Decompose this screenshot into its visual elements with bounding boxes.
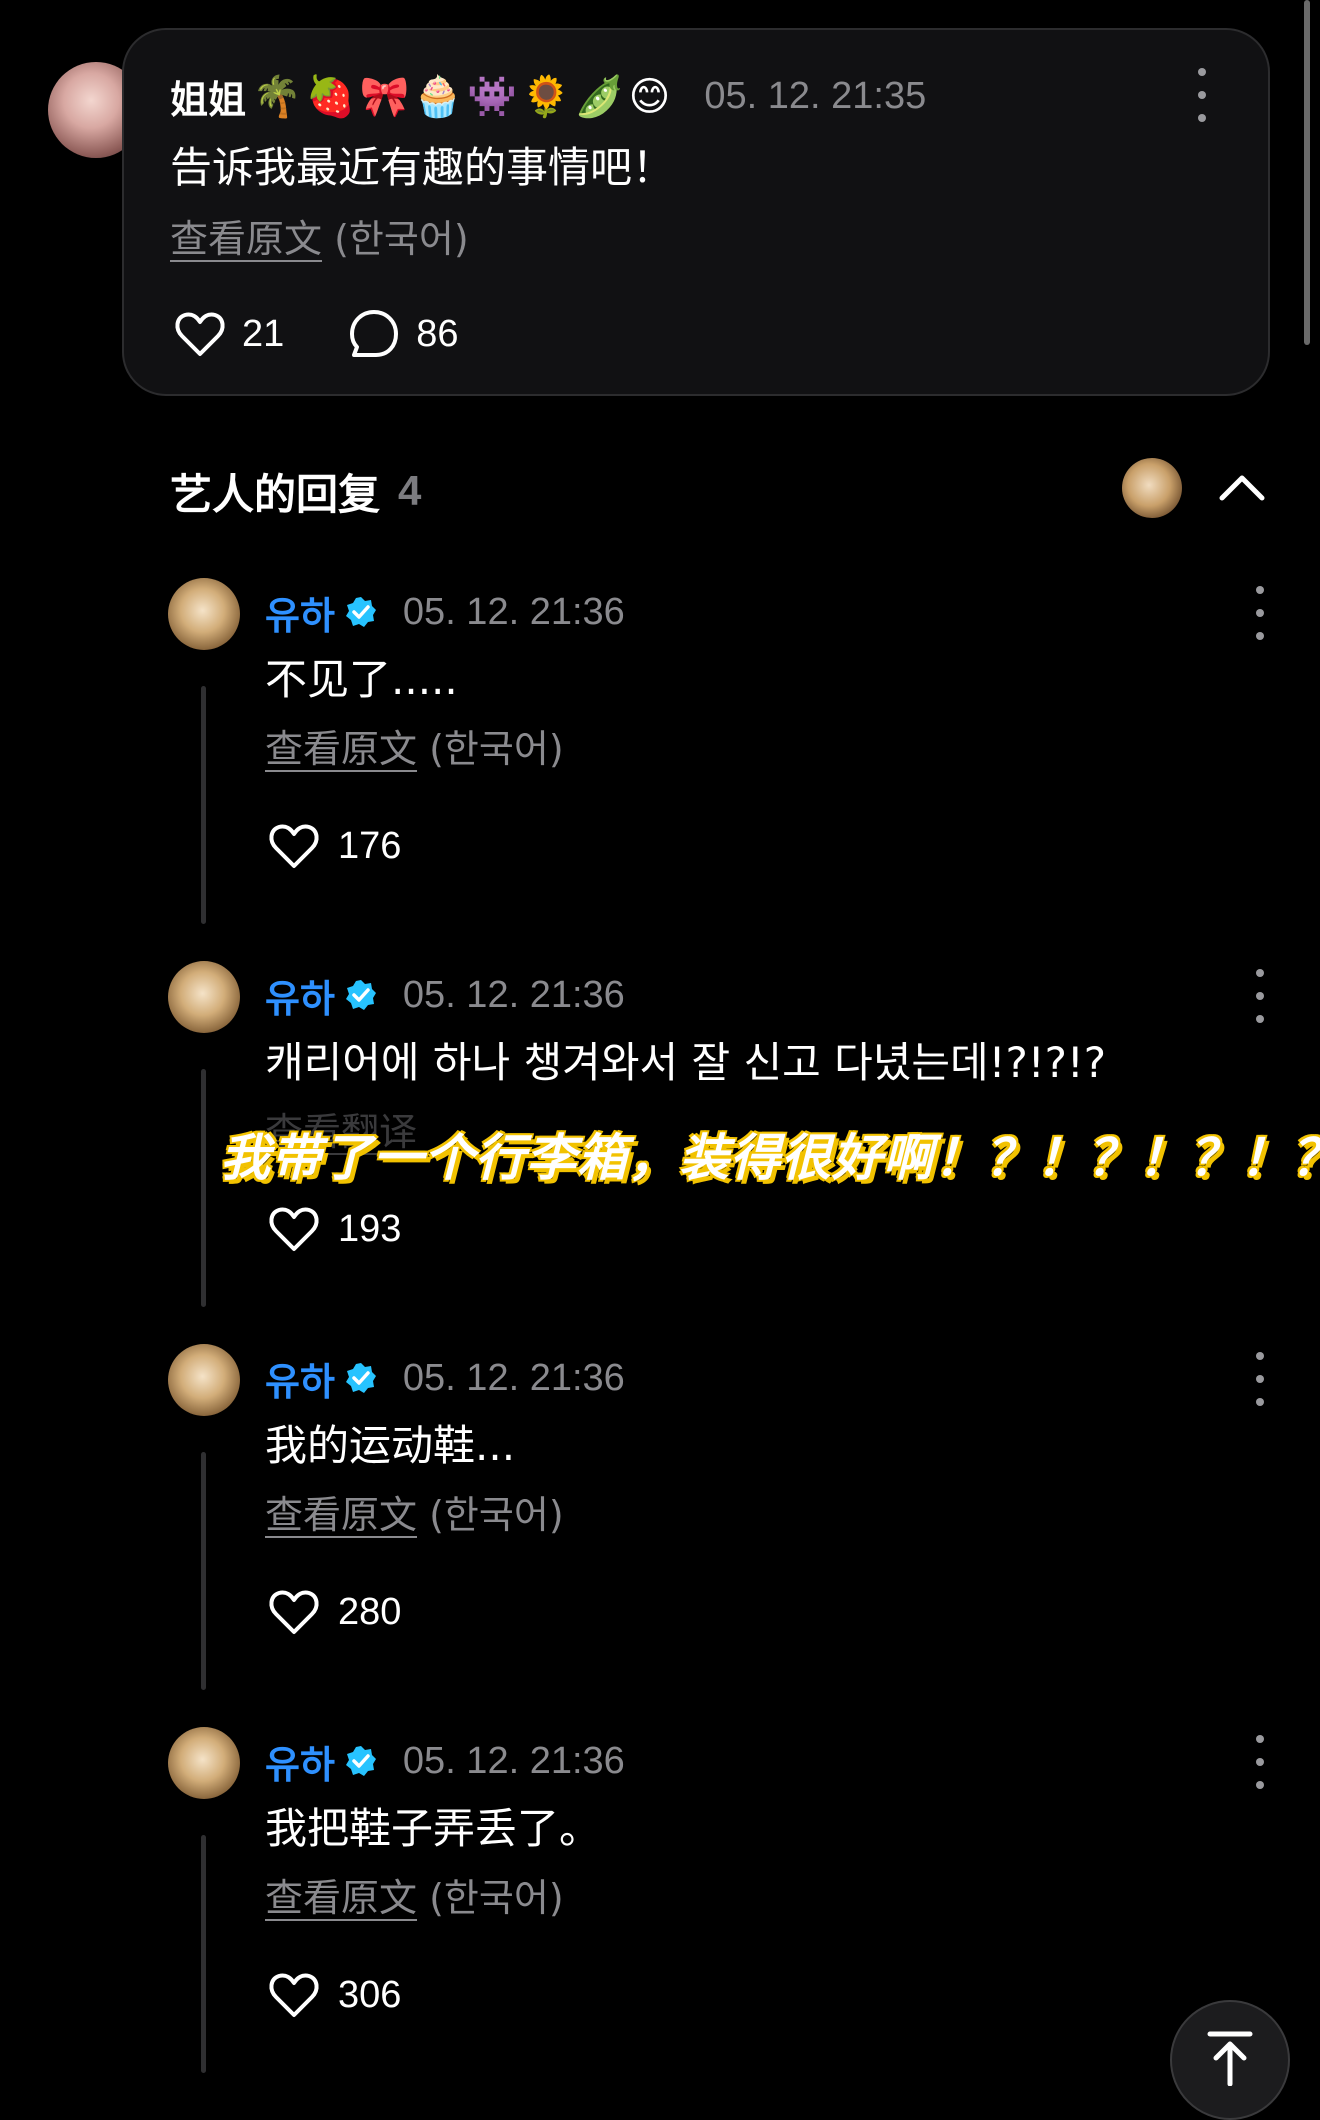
thread-line [201, 1835, 206, 2073]
replies-title: 艺人的回复 [170, 469, 381, 519]
more-options-icon[interactable] [1254, 969, 1266, 1023]
artist-replies-header: 艺人的回复 4 [170, 456, 421, 526]
heart-icon [269, 1207, 319, 1251]
artist-avatar[interactable] [1122, 458, 1182, 518]
translate-language: (한국어) [429, 1876, 564, 1920]
thread-line [201, 686, 206, 924]
artist-reply: 유하 05. 12. 21:36 我的运动鞋... 查看原文 (한국어) 280 [0, 1344, 1320, 1727]
heart-icon [175, 312, 225, 356]
reply-date: 05. 12. 21:36 [402, 1739, 625, 1782]
post-like-button[interactable]: 21 [174, 310, 284, 358]
reply-like-count: 193 [338, 1207, 402, 1250]
verified-badge-icon [345, 980, 376, 1010]
reply-like-count: 176 [338, 824, 402, 867]
reply-text: 我的运动鞋... [265, 1421, 516, 1470]
artist-reply: 유하 05. 12. 21:36 不见了..... 查看原文 (한국어) 176 [0, 578, 1320, 961]
reply-avatar[interactable] [168, 1344, 240, 1416]
verified-badge-icon [345, 597, 376, 627]
post-text: 告诉我最近有趣的事情吧！ [170, 143, 675, 192]
heart-icon [269, 824, 319, 868]
post-comment-button[interactable]: 86 [348, 308, 459, 360]
verified-badge-icon [345, 1363, 376, 1393]
translate-language: (한국어) [429, 727, 564, 771]
scrollbar[interactable] [1304, 0, 1310, 345]
reply-translate-row: 查看原文 (한국어) [265, 1867, 564, 1922]
reply-like-button[interactable]: 193 [268, 1201, 401, 1257]
reply-like-button[interactable]: 176 [268, 818, 401, 874]
thread-line [201, 1069, 206, 1307]
reply-text: 不见了..... [265, 655, 458, 704]
reply-translate-row: 查看原文 (한국어) [265, 1484, 564, 1539]
arrow-up-icon [1207, 2031, 1253, 2086]
post-like-count: 21 [242, 312, 285, 355]
artist-name[interactable]: 유하 [265, 968, 335, 1023]
reply-avatar[interactable] [168, 1727, 240, 1799]
heart-icon [269, 1590, 319, 1634]
reply-header: 유하 05. 12. 21:36 [265, 1348, 625, 1408]
chevron-up-icon[interactable] [1218, 466, 1266, 506]
post-header: 姐姐 🌴🍓🎀🧁👾🌻🫛😊 05. 12. 21:35 [170, 66, 926, 126]
post-author-emojis: 🌴🍓🎀🧁👾🌻🫛😊 [252, 73, 675, 120]
reply-avatar[interactable] [168, 961, 240, 1033]
post-author-name[interactable]: 姐姐 [170, 69, 246, 124]
more-options-icon[interactable] [1254, 586, 1266, 640]
view-original-link[interactable]: 查看原文 [265, 1876, 417, 1920]
reply-header: 유하 05. 12. 21:36 [265, 965, 625, 1025]
translate-language: (한국어) [334, 217, 469, 261]
reply-avatar[interactable] [168, 578, 240, 650]
view-original-link[interactable]: 查看原文 [265, 1493, 417, 1537]
reply-date: 05. 12. 21:36 [402, 973, 625, 1016]
reply-header: 유하 05. 12. 21:36 [265, 1731, 625, 1791]
scroll-to-top-button[interactable] [1170, 2000, 1290, 2120]
reply-text: 캐리어에 하나 챙겨와서 잘 신고 다녔는데!?!?!? [265, 1038, 1107, 1087]
post-date: 05. 12. 21:35 [704, 74, 927, 117]
reply-like-count: 280 [338, 1590, 402, 1633]
reply-translate-row: 查看原文 (한국어) [265, 718, 564, 773]
heart-icon [269, 1973, 319, 2017]
reply-like-button[interactable]: 280 [268, 1584, 401, 1640]
post-actions: 21 86 [174, 306, 459, 362]
more-options-icon[interactable] [1254, 1352, 1266, 1406]
reply-date: 05. 12. 21:36 [402, 1356, 625, 1399]
artist-reply: 유하 05. 12. 21:36 我把鞋子弄丢了。 查看原文 (한국어) 306 [0, 1727, 1320, 2110]
artist-name[interactable]: 유하 [265, 1351, 335, 1406]
artist-name[interactable]: 유하 [265, 585, 335, 640]
replies-count: 4 [398, 467, 422, 514]
subtitle-caption: 我带了一个行李箱，装得很好啊！？！？！？！？ [219, 1128, 1320, 1189]
view-original-link[interactable]: 查看原文 [170, 217, 322, 261]
thread-line [201, 1452, 206, 1690]
reply-header: 유하 05. 12. 21:36 [265, 582, 625, 642]
reply-like-button[interactable]: 306 [268, 1967, 401, 2023]
post-translate-row: 查看原文 (한국어) [170, 208, 469, 263]
fan-post-card: 姐姐 🌴🍓🎀🧁👾🌻🫛😊 05. 12. 21:35 告诉我最近有趣的事情吧！ 查… [122, 28, 1270, 396]
verified-badge-icon [345, 1746, 376, 1776]
more-options-icon[interactable] [1196, 68, 1208, 122]
reply-text: 我把鞋子弄丢了。 [265, 1804, 602, 1853]
artist-name[interactable]: 유하 [265, 1734, 335, 1789]
view-original-link[interactable]: 查看原文 [265, 727, 417, 771]
reply-date: 05. 12. 21:36 [402, 590, 625, 633]
comment-icon [350, 310, 399, 357]
translate-language: (한국어) [429, 1493, 564, 1537]
reply-like-count: 306 [338, 1973, 402, 2016]
more-options-icon[interactable] [1254, 1735, 1266, 1789]
post-comment-count: 86 [416, 312, 459, 355]
